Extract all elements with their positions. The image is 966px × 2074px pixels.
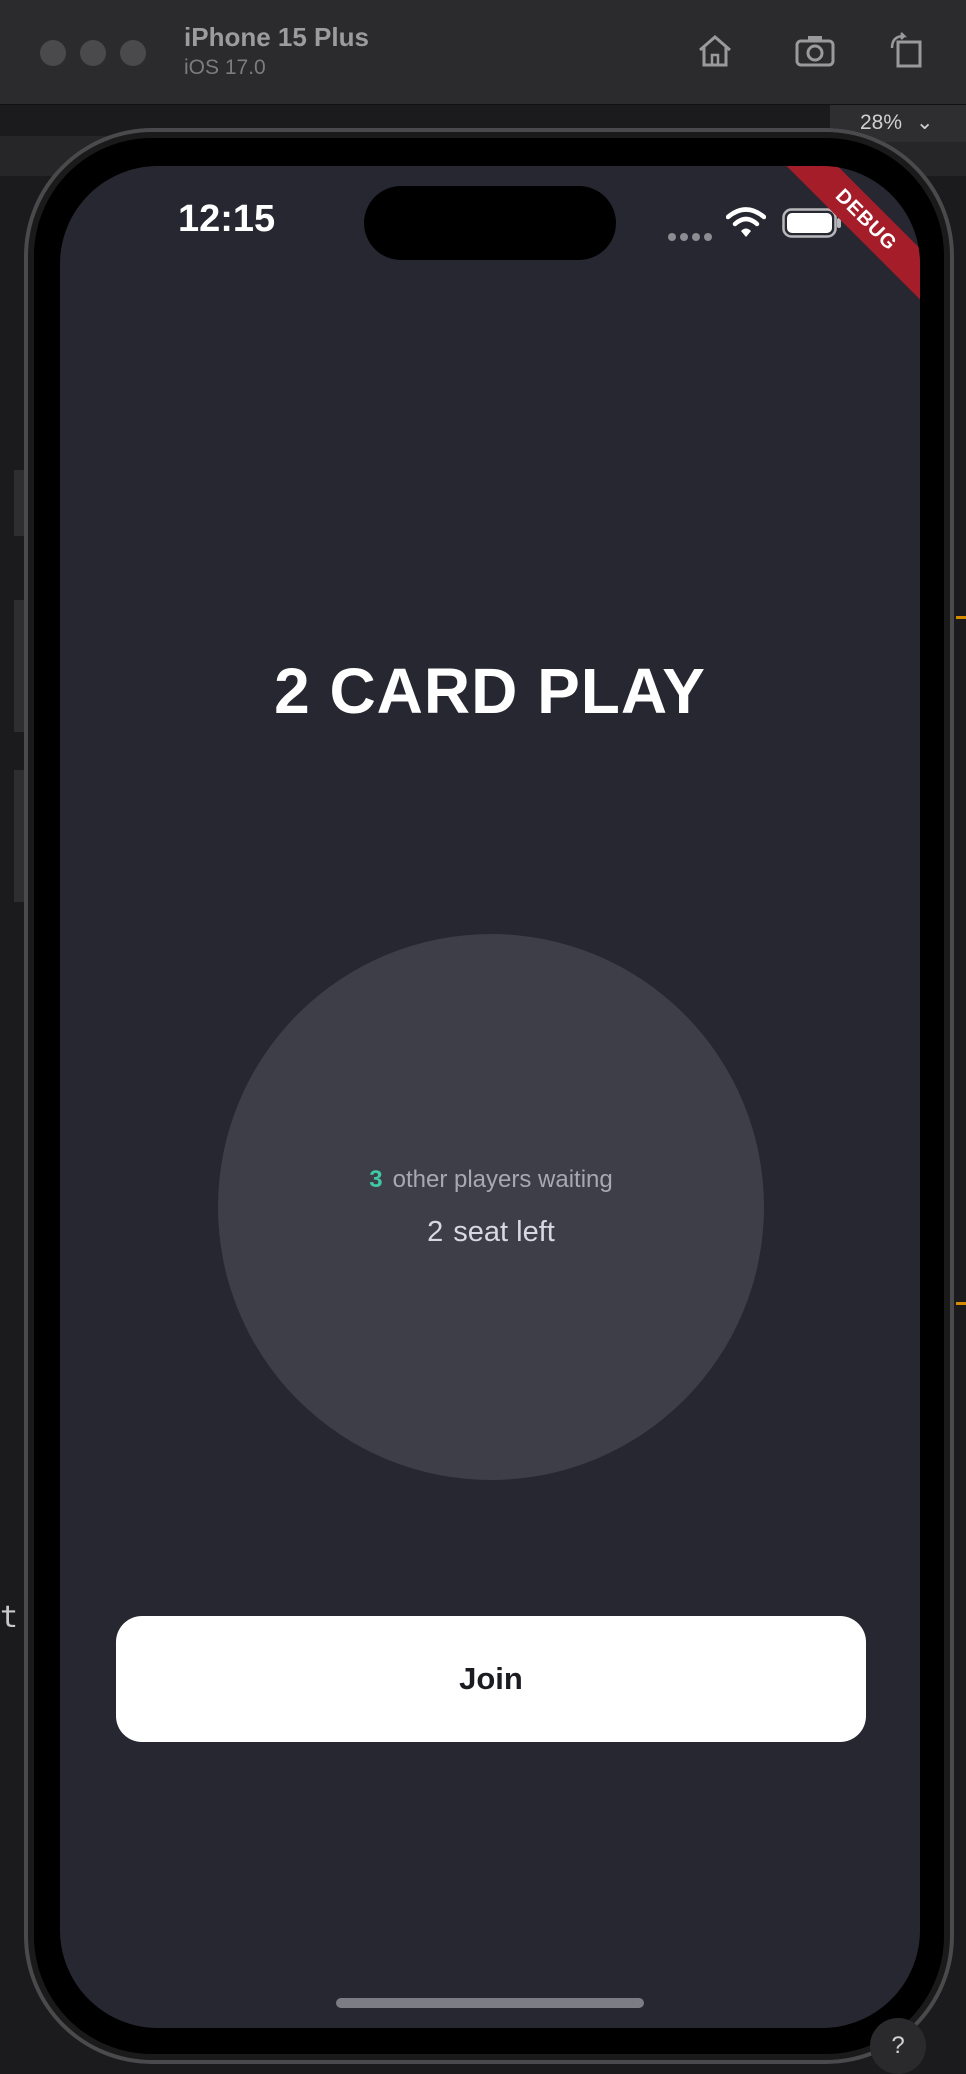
phone-screen: 12:15 DEBUG 2 CARD PLAY 3 other players w… (60, 166, 920, 2028)
waiting-count: 3 (369, 1166, 383, 1193)
seats-left-status: 2 seat left (218, 1216, 764, 1249)
cellular-signal-icon (668, 228, 716, 246)
zoom-level: 28% (860, 111, 903, 134)
players-waiting-status: 3 other players waiting (218, 1166, 764, 1194)
editor-gutter-mark (14, 470, 24, 536)
join-button[interactable]: Join (116, 1616, 866, 1742)
seat-count: 2 (427, 1216, 444, 1248)
close-window-button[interactable] (40, 40, 66, 66)
editor-marker (956, 616, 966, 619)
dynamic-island (364, 186, 616, 260)
os-version: iOS 17.0 (184, 56, 266, 79)
rotate-icon[interactable] (884, 28, 930, 74)
editor-marker (956, 1302, 966, 1305)
device-name: iPhone 15 Plus (184, 22, 369, 52)
waiting-label: other players waiting (392, 1166, 613, 1193)
simulator-toolbar: iPhone 15 Plus iOS 17.0 (0, 0, 966, 105)
minimize-window-button[interactable] (80, 40, 106, 66)
wifi-icon (726, 207, 766, 237)
seat-label: seat left (453, 1216, 555, 1248)
help-button[interactable]: ? (870, 2018, 926, 2074)
status-bar-time: 12:15 (178, 198, 276, 240)
editor-gutter-mark (14, 600, 24, 732)
chevron-down-icon: ⌄ (915, 111, 934, 134)
home-indicator[interactable] (336, 1998, 644, 2008)
screenshot-icon[interactable] (792, 28, 838, 74)
waiting-room-circle: 3 other players waiting 2 seat left (218, 934, 764, 1480)
page-title: 2 CARD PLAY (274, 655, 706, 727)
editor-gutter-mark (14, 770, 24, 902)
home-icon[interactable] (692, 28, 738, 74)
zoom-window-button[interactable] (120, 40, 146, 66)
